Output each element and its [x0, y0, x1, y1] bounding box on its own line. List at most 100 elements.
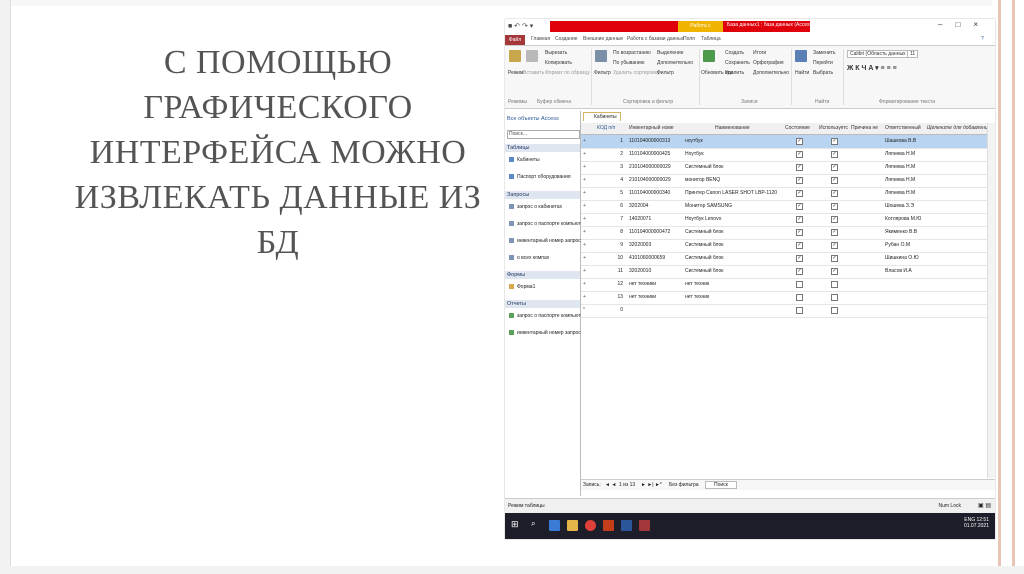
- tab-kabinety[interactable]: Кабинеты: [583, 112, 621, 121]
- new-record-row[interactable]: * 0: [581, 304, 995, 318]
- cell-inv[interactable]: 110104000000425: [629, 151, 689, 157]
- expand-row-icon[interactable]: +: [583, 164, 586, 170]
- tab-fields[interactable]: Поля: [683, 36, 695, 42]
- expand-row-icon[interactable]: +: [583, 138, 586, 144]
- table-row[interactable]: +3 210104000000029 Системный блок Ляпнева Н…: [581, 161, 995, 175]
- copy-button[interactable]: Копировать: [545, 60, 572, 66]
- cell-name[interactable]: нет техник: [685, 294, 781, 300]
- cell-resp[interactable]: Шашкова В.В: [885, 138, 927, 144]
- table-row[interactable]: +5 110104000000340 Принтер Canon LASER SHO…: [581, 187, 995, 201]
- checkbox-state[interactable]: ✓: [796, 138, 803, 145]
- cell-id[interactable]: 9: [597, 242, 623, 248]
- checkbox-used[interactable]: ✓: [831, 216, 838, 223]
- paste-icon[interactable]: [526, 50, 538, 62]
- word-icon[interactable]: [621, 520, 632, 531]
- selection-button[interactable]: Выделение: [657, 50, 684, 56]
- cell-resp[interactable]: Рубан О.М: [885, 242, 927, 248]
- cut-button[interactable]: Вырезать: [545, 50, 567, 56]
- checkbox-state[interactable]: ✓: [796, 203, 803, 210]
- checkbox-state[interactable]: ✓: [796, 216, 803, 223]
- cell-resp[interactable]: Ляпнева Н.М: [885, 177, 927, 183]
- new-record-button[interactable]: Создать: [725, 50, 744, 56]
- checkbox-state[interactable]: [796, 307, 803, 314]
- more-records-button[interactable]: Дополнительно: [753, 70, 789, 76]
- maximize-button[interactable]: □: [955, 20, 973, 29]
- expand-row-icon[interactable]: +: [583, 242, 586, 248]
- cell-resp[interactable]: Ляпнева Н.М: [885, 164, 927, 170]
- cell-id[interactable]: 4: [597, 177, 623, 183]
- cell-name[interactable]: ноутбук: [685, 138, 781, 144]
- window-controls[interactable]: –□×: [938, 20, 991, 29]
- search-icon[interactable]: ⌕: [531, 519, 542, 530]
- checkbox-used[interactable]: [831, 294, 838, 301]
- cell-name[interactable]: Системный блок: [685, 164, 781, 170]
- access-icon[interactable]: [639, 520, 650, 531]
- cell-inv[interactable]: нет техники: [629, 281, 689, 287]
- goto-button[interactable]: Перейти: [813, 60, 833, 66]
- nav-section-reports[interactable]: Отчеты: [505, 300, 580, 308]
- cell-id[interactable]: 1: [597, 138, 623, 144]
- tab-database-tools[interactable]: Работа с базами данных: [627, 36, 684, 42]
- advanced-filter-button[interactable]: Дополнительно: [657, 60, 693, 66]
- expand-row-icon[interactable]: +: [583, 281, 586, 287]
- cell-id[interactable]: 3: [597, 164, 623, 170]
- column-header[interactable]: Используетс: [819, 125, 849, 131]
- replace-button[interactable]: Заменить: [813, 50, 835, 56]
- refresh-icon[interactable]: [703, 50, 715, 62]
- cell-inv[interactable]: 32020010: [629, 268, 689, 274]
- paste-button[interactable]: Вставить: [523, 70, 544, 76]
- cell-id[interactable]: 8: [597, 229, 623, 235]
- folder-icon[interactable]: [567, 520, 578, 531]
- checkbox-state[interactable]: ✓: [796, 242, 803, 249]
- nav-section-forms[interactable]: Формы: [505, 271, 580, 279]
- tab-external-data[interactable]: Внешние данные: [583, 36, 623, 42]
- checkbox-state[interactable]: [796, 294, 803, 301]
- cell-inv[interactable]: 14020071: [629, 216, 689, 222]
- table-row[interactable]: +13 нет техники нет техник: [581, 291, 995, 305]
- table-row[interactable]: +10 4101060000659 Системный блок Шишкина О.…: [581, 252, 995, 266]
- column-header[interactable]: Состояние: [785, 125, 815, 131]
- cell-id[interactable]: 7: [597, 216, 623, 222]
- cell-resp[interactable]: Котлярова М.Ю: [885, 216, 927, 222]
- checkbox-used[interactable]: ✓: [831, 203, 838, 210]
- cell-resp[interactable]: Власов И.А: [885, 268, 927, 274]
- checkbox-state[interactable]: ✓: [796, 190, 803, 197]
- table-row[interactable]: +11 32020010 Системный блок Власов И.А ✓ ✓: [581, 265, 995, 279]
- nav-item-query[interactable]: инвентарный номер запрос: [509, 238, 581, 244]
- record-search-input[interactable]: Поиск: [705, 481, 737, 489]
- cell-resp[interactable]: Шишкина О.Ю: [885, 255, 927, 261]
- cell-name[interactable]: Монитор SAMSUNG: [685, 203, 781, 209]
- font-size-select[interactable]: 11: [907, 50, 919, 58]
- checkbox-used[interactable]: ✓: [831, 242, 838, 249]
- text-format-icons[interactable]: Ж К Ч A ▾ ≡ ≡ ≡: [847, 64, 897, 72]
- record-first-prev[interactable]: ◄ ◄: [605, 482, 616, 488]
- nav-item-query[interactable]: запрос о кабинетах: [509, 204, 562, 210]
- checkbox-used[interactable]: ✓: [831, 268, 838, 275]
- expand-row-icon[interactable]: +: [583, 190, 586, 196]
- quick-access-toolbar[interactable]: ■ ↶ ↷ ▾: [508, 22, 533, 30]
- checkbox-state[interactable]: ✓: [796, 255, 803, 262]
- table-row[interactable]: +2 110104000000425 Ноутбук Ляпнева Н.М ✓ ✓: [581, 148, 995, 162]
- delete-record-button[interactable]: Удалить: [725, 70, 744, 76]
- cell-inv[interactable]: 3202004: [629, 203, 689, 209]
- checkbox-used[interactable]: ✓: [831, 229, 838, 236]
- table-row[interactable]: +4 210104000000029 монитор BENQ Ляпнева Н.М…: [581, 174, 995, 188]
- close-button[interactable]: ×: [973, 20, 991, 29]
- table-row[interactable]: +12 нет техники нет техник: [581, 278, 995, 292]
- tab-file[interactable]: Файл: [505, 35, 525, 45]
- cell-name[interactable]: Системный блок: [685, 242, 781, 248]
- checkbox-state[interactable]: ✓: [796, 229, 803, 236]
- cell-inv[interactable]: 110104000000472: [629, 229, 689, 235]
- filter-status[interactable]: Без фильтра: [669, 482, 699, 488]
- remove-sort-button[interactable]: Удалить сортировку: [613, 70, 660, 76]
- checkbox-used[interactable]: ✓: [831, 255, 838, 262]
- expand-row-icon[interactable]: +: [583, 268, 586, 274]
- sort-desc-button[interactable]: По убыванию: [613, 60, 644, 66]
- expand-row-icon[interactable]: +: [583, 151, 586, 157]
- select-button[interactable]: Выбрать: [813, 70, 833, 76]
- cell-resp[interactable]: Якименко В.В: [885, 229, 927, 235]
- nav-section-tables[interactable]: Таблицы: [505, 144, 580, 152]
- expand-row-icon[interactable]: +: [583, 177, 586, 183]
- nav-search-input[interactable]: Поиск...: [507, 130, 580, 139]
- nav-item-table[interactable]: Паспорт оборудования: [509, 174, 571, 180]
